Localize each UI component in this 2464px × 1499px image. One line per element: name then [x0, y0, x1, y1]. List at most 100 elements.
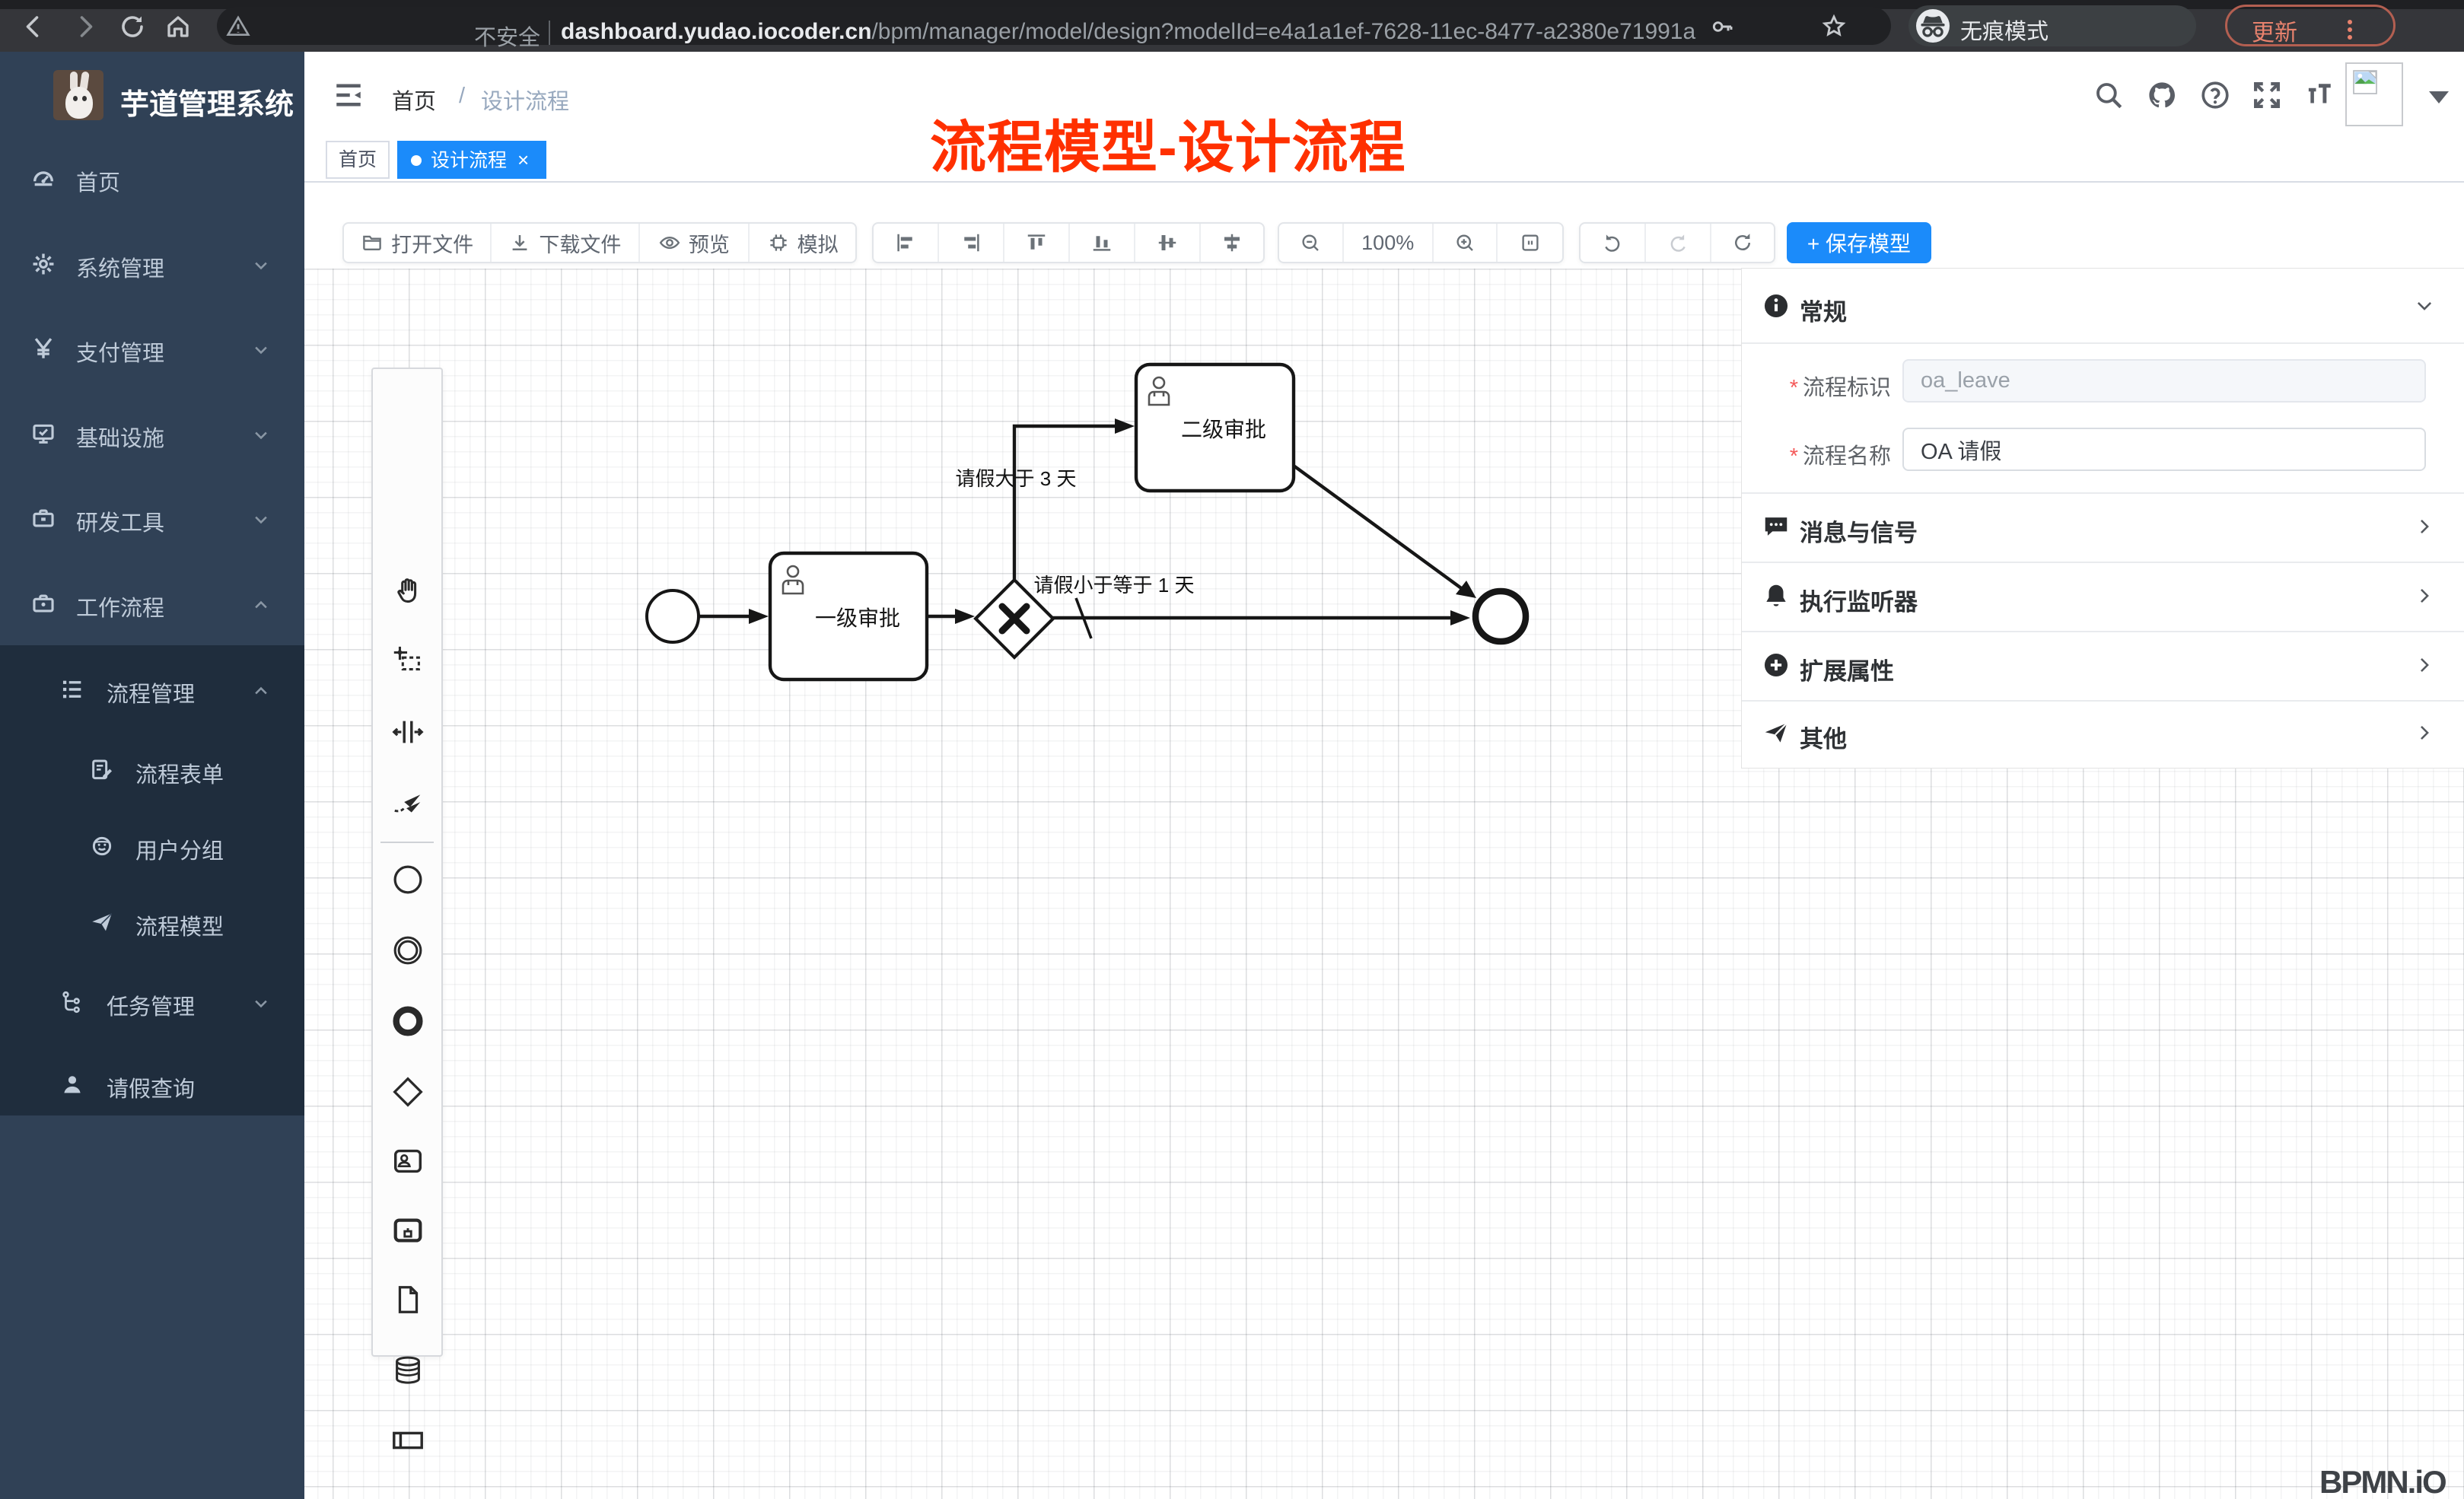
chevron-right-icon — [2415, 723, 2434, 743]
dashboard-icon — [30, 165, 56, 191]
divider — [1742, 631, 2464, 632]
sidebar-item-system[interactable]: 系统管理 — [0, 221, 304, 306]
breadcrumb-home[interactable]: 首页 — [392, 84, 436, 116]
sidebar-item-label: 首页 — [76, 165, 120, 197]
browser-update-button[interactable]: 更新 — [2225, 5, 2396, 46]
sidebar-item-label: 工作流程 — [76, 590, 164, 622]
section-title: 执行监听器 — [1800, 583, 1918, 617]
fullscreen-icon[interactable] — [2251, 79, 2283, 111]
bookmark-star-icon[interactable] — [1821, 13, 1847, 39]
sidebar-item-leave-query[interactable]: 请假查询 — [0, 1041, 304, 1126]
sidebar-item-label: 研发工具 — [76, 505, 164, 537]
end-event[interactable] — [1476, 591, 1526, 641]
divider — [1742, 342, 2464, 344]
app-logo — [53, 70, 103, 120]
flow-label-gt[interactable]: 请假大于 3 天 — [956, 467, 1077, 490]
chevron-down-icon[interactable] — [2415, 296, 2434, 316]
sidebar-item-label: 基础设施 — [76, 421, 164, 453]
briefcase-icon — [30, 590, 56, 616]
user-task-level1[interactable]: 一级审批 — [770, 553, 927, 679]
url-host: dashboard.yudao.iocoder.cn — [561, 19, 871, 44]
screen: 不安全 dashboard.yudao.iocoder.cn/bpm/manag… — [0, 0, 2464, 1499]
yen-icon — [30, 336, 56, 361]
incognito-badge: 无痕模式 — [1908, 5, 2196, 46]
properties-panel: 常规 *流程标识 *流程名称 消息与信号 — [1741, 268, 2464, 769]
sidebar-item-label: 请假查询 — [107, 1071, 195, 1103]
browser-back-icon[interactable] — [20, 13, 47, 40]
avatar-dropdown-caret[interactable] — [2429, 91, 2449, 103]
breadcrumb-separator: / — [459, 84, 465, 109]
sidebar-item-home[interactable]: 首页 — [0, 135, 304, 220]
plus-circle-icon — [1762, 651, 1791, 679]
chevron-down-icon — [253, 342, 269, 358]
active-dot-icon — [411, 155, 422, 166]
breadcrumb-current: 设计流程 — [481, 84, 569, 116]
sidebar: 芋道管理系统 首页 系统管理 支付管理 基础设施 研发工具 工作流程 — [0, 52, 304, 1499]
task2-label: 二级审批 — [1181, 418, 1266, 441]
sidebar-item-label: 流程表单 — [135, 757, 224, 789]
section-title: 消息与信号 — [1800, 514, 1918, 548]
chevron-up-icon — [253, 683, 269, 699]
close-icon[interactable]: × — [517, 148, 529, 171]
incognito-label: 无痕模式 — [1960, 14, 2049, 46]
chevron-right-icon — [2415, 655, 2434, 675]
section-title: 常规 — [1800, 293, 1847, 327]
help-icon[interactable] — [2199, 79, 2231, 111]
avatar[interactable] — [2345, 62, 2403, 126]
tab-design-process[interactable]: 设计流程× — [397, 141, 546, 179]
divider — [1742, 492, 2464, 494]
start-event[interactable] — [647, 590, 699, 642]
browser-chrome: 不安全 dashboard.yudao.iocoder.cn/bpm/manag… — [0, 0, 2464, 52]
security-label[interactable]: 不安全 — [474, 20, 540, 52]
browser-menu-icon[interactable] — [2348, 17, 2352, 43]
send-plane-icon — [1762, 718, 1791, 747]
github-icon[interactable] — [2146, 79, 2178, 111]
bpmn-canvas[interactable]: 打开文件 下载文件 预览 模拟 100% — [304, 183, 2464, 1499]
font-size-icon[interactable] — [2303, 79, 2335, 111]
sidebar-item-task-management[interactable]: 任务管理 — [0, 959, 304, 1044]
sidebar-item-user-group[interactable]: 用户分组 — [0, 803, 304, 888]
toolbox-icon — [30, 505, 56, 531]
sidebar-item-process-management[interactable]: 流程管理 — [0, 646, 304, 731]
user-task-level2[interactable]: 二级审批 — [1136, 364, 1294, 491]
process-key-input — [1902, 359, 2426, 403]
chevron-down-icon — [253, 257, 269, 274]
gear-icon — [30, 251, 56, 277]
chevron-down-icon — [253, 511, 269, 528]
address-bar[interactable]: 不安全 dashboard.yudao.iocoder.cn/bpm/manag… — [217, 7, 1891, 45]
chevron-right-icon — [2415, 517, 2434, 536]
collapse-sidebar-icon[interactable] — [333, 79, 365, 111]
browser-reload-icon[interactable] — [119, 13, 146, 40]
update-label: 更新 — [2252, 14, 2297, 47]
branch-icon — [59, 989, 85, 1015]
annotation-title: 流程模型-设计流程 — [930, 102, 1406, 183]
omnibox-divider — [549, 21, 550, 45]
sidebar-item-label: 支付管理 — [76, 336, 164, 368]
message-icon — [1762, 512, 1791, 541]
sidebar-item-devtools[interactable]: 研发工具 — [0, 475, 304, 560]
divider — [1742, 700, 2464, 702]
not-secure-icon — [226, 14, 250, 39]
bell-icon — [1762, 581, 1791, 610]
sidebar-item-infrastructure[interactable]: 基础设施 — [0, 390, 304, 476]
sidebar-item-process-form[interactable]: 流程表单 — [0, 727, 304, 812]
browser-home-icon[interactable] — [164, 13, 192, 40]
browser-forward-icon[interactable] — [72, 13, 99, 40]
url-text[interactable]: dashboard.yudao.iocoder.cn/bpm/manager/m… — [561, 19, 1695, 45]
sidebar-item-workflow[interactable]: 工作流程 — [0, 560, 304, 645]
tab-home[interactable]: 首页 — [326, 141, 390, 179]
password-key-icon[interactable] — [1710, 14, 1734, 39]
section-title: 其他 — [1800, 720, 1847, 754]
flow-label-le[interactable]: 请假小于等于 1 天 — [1034, 574, 1195, 597]
chevron-right-icon — [2415, 586, 2434, 606]
monitor-icon — [30, 421, 56, 447]
incognito-icon — [1916, 9, 1950, 43]
search-icon[interactable] — [2093, 79, 2125, 111]
sidebar-item-payment[interactable]: 支付管理 — [0, 305, 304, 390]
main-area: 首页 / 设计流程 流程模型-设计流程 首页 设计流程× 打开文件 — [304, 52, 2464, 1499]
sidebar-item-process-model[interactable]: 流程模型 — [0, 879, 304, 964]
sidebar-item-label: 流程管理 — [107, 676, 195, 708]
chevron-up-icon — [253, 597, 269, 613]
section-title: 扩展属性 — [1800, 652, 1894, 686]
process-name-input[interactable] — [1902, 428, 2426, 471]
